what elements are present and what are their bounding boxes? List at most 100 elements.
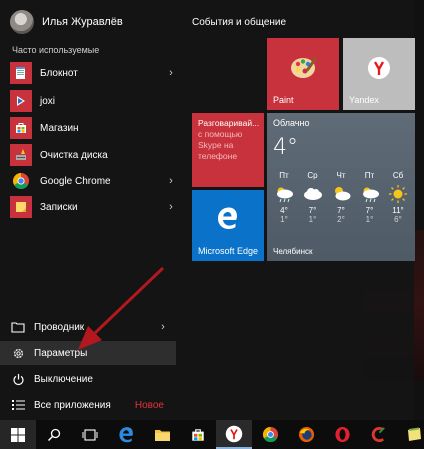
- forecast-high: 11°: [392, 206, 404, 215]
- app-item-google-chrome[interactable]: Google Chrome ›: [10, 170, 178, 192]
- app-item-label: Записки: [40, 201, 78, 213]
- start-menu: Илья Журавлёв Часто используемые Блокнот…: [0, 0, 415, 420]
- chevron-right-icon[interactable]: ›: [156, 321, 170, 333]
- app-item-label: Блокнот: [40, 67, 78, 79]
- tile-paint[interactable]: Paint: [267, 38, 339, 110]
- task-view-button[interactable]: [72, 420, 108, 449]
- all-apps-button[interactable]: Все приложения Новое: [0, 393, 176, 417]
- taskbar-file-explorer[interactable]: [144, 420, 180, 449]
- taskbar-firefox[interactable]: [288, 420, 324, 449]
- weather-forecast: Пт 4° 1° Ср 7° 1° Чт 7° 2° Пт 7° 1° Сб 1…: [271, 171, 411, 224]
- weather-condition: Облачно: [273, 118, 310, 128]
- cloud-icon: [300, 184, 326, 204]
- forecast-day: Сб 11° 6°: [385, 171, 411, 224]
- forecast-low: 1°: [280, 215, 288, 224]
- tile-group-title: События и общение: [192, 17, 287, 28]
- joxi-icon: [10, 90, 32, 112]
- skype-line: Разговаривай...: [198, 118, 260, 128]
- taskbar-store[interactable]: [180, 420, 216, 449]
- forecast-low: 2°: [337, 215, 345, 224]
- notepad-icon: [10, 62, 32, 84]
- taskbar: [0, 420, 424, 449]
- skype-line: Skype на: [198, 140, 234, 150]
- forecast-high: 7°: [337, 206, 345, 215]
- store-icon: [192, 428, 204, 441]
- all-apps-label: Все приложения: [34, 399, 111, 411]
- opera-icon: [334, 426, 350, 443]
- yandex-icon: [368, 57, 390, 79]
- taskbar-edge[interactable]: [108, 420, 144, 449]
- forecast-day: Пт 7° 1°: [357, 171, 383, 224]
- desktop: Илья Журавлёв Часто используемые Блокнот…: [0, 0, 424, 449]
- explorer-label: Проводник: [34, 321, 85, 333]
- forecast-day: Чт 7° 2°: [328, 171, 354, 224]
- app-item-store[interactable]: Магазин: [10, 117, 178, 139]
- taskbar-opera[interactable]: [324, 420, 360, 449]
- taskbar-chrome[interactable]: [252, 420, 288, 449]
- chevron-right-icon[interactable]: ›: [164, 201, 178, 213]
- power-icon: [10, 371, 26, 387]
- firefox-icon: [298, 426, 314, 443]
- skype-line: с помощью: [198, 129, 243, 139]
- explorer-button[interactable]: Проводник ›: [0, 315, 176, 339]
- tile-microsoft-edge[interactable]: Microsoft Edge: [192, 190, 264, 261]
- forecast-day-name: Сб: [392, 171, 404, 180]
- weather-temperature: 4°: [273, 135, 298, 160]
- settings-button[interactable]: Параметры: [0, 341, 176, 365]
- store-icon: [10, 117, 32, 139]
- search-button[interactable]: [36, 420, 72, 449]
- sticky-notes-icon: [10, 196, 32, 218]
- avatar: [10, 10, 34, 34]
- settings-label: Параметры: [34, 347, 88, 359]
- new-badge: Новое: [134, 399, 164, 411]
- chrome-icon: [262, 426, 278, 443]
- app-item-joxi[interactable]: joxi: [10, 90, 178, 112]
- search-icon: [47, 428, 61, 441]
- forecast-day: Пт 4° 1°: [271, 171, 297, 224]
- forecast-high: 7°: [308, 206, 317, 215]
- user-account[interactable]: Илья Журавлёв: [10, 10, 123, 34]
- app-item-label: joxi: [40, 95, 56, 107]
- taskbar-yandex[interactable]: [216, 420, 252, 449]
- power-button[interactable]: Выключение: [0, 367, 176, 391]
- chevron-right-icon[interactable]: ›: [164, 175, 178, 187]
- power-label: Выключение: [34, 373, 93, 385]
- app-item-notepad[interactable]: Блокнот ›: [10, 62, 178, 84]
- tile-skype[interactable]: Разговаривай... с помощью Skype на телеф…: [192, 113, 264, 187]
- edge-icon: [218, 207, 237, 229]
- app-item-label: Google Chrome: [40, 175, 111, 187]
- tile-label: Microsoft Edge: [198, 246, 259, 256]
- yandex-icon: [225, 425, 243, 442]
- app-item-sticky-notes[interactable]: Записки ›: [10, 196, 178, 218]
- user-name: Илья Журавлёв: [42, 16, 123, 28]
- sun-icon: [385, 184, 411, 204]
- tile-yandex[interactable]: Yandex: [343, 38, 415, 110]
- forecast-low: 1°: [308, 215, 317, 224]
- tile-label: Paint: [273, 95, 294, 105]
- start-menu-left-pane: Илья Журавлёв Часто используемые Блокнот…: [0, 0, 178, 420]
- sun-cloud-rain-icon: [357, 184, 383, 204]
- skype-line: телефоне: [198, 151, 238, 161]
- sun-cloud-rain-icon: [271, 184, 297, 204]
- taskbar-notepad[interactable]: [396, 420, 424, 449]
- task-view-icon: [82, 428, 98, 441]
- paint-palette-icon: [291, 57, 317, 78]
- forecast-day-name: Чт: [336, 171, 346, 180]
- app-item-disk-cleanup[interactable]: Очистка диска: [10, 144, 178, 166]
- file-explorer-icon: [154, 429, 170, 441]
- tile-label: Yandex: [349, 95, 379, 105]
- forecast-day-name: Пт: [279, 171, 289, 180]
- sun-cloud-icon: [328, 184, 354, 204]
- chrome-icon: [10, 170, 32, 192]
- weather-city: Челябинск: [273, 247, 313, 256]
- windows-logo-icon: [11, 427, 25, 442]
- gear-icon: [10, 345, 26, 361]
- forecast-day-name: Пт: [364, 171, 375, 180]
- chevron-right-icon[interactable]: ›: [164, 67, 178, 79]
- app-item-label: Очистка диска: [40, 149, 108, 161]
- notepad-icon: [407, 427, 421, 441]
- taskbar-ccleaner[interactable]: [360, 420, 396, 449]
- forecast-low: 1°: [365, 215, 374, 224]
- start-button[interactable]: [0, 420, 36, 449]
- tile-weather[interactable]: Облачно 4° Пт 4° 1° Ср 7° 1° Чт 7° 2° Пт…: [267, 113, 415, 261]
